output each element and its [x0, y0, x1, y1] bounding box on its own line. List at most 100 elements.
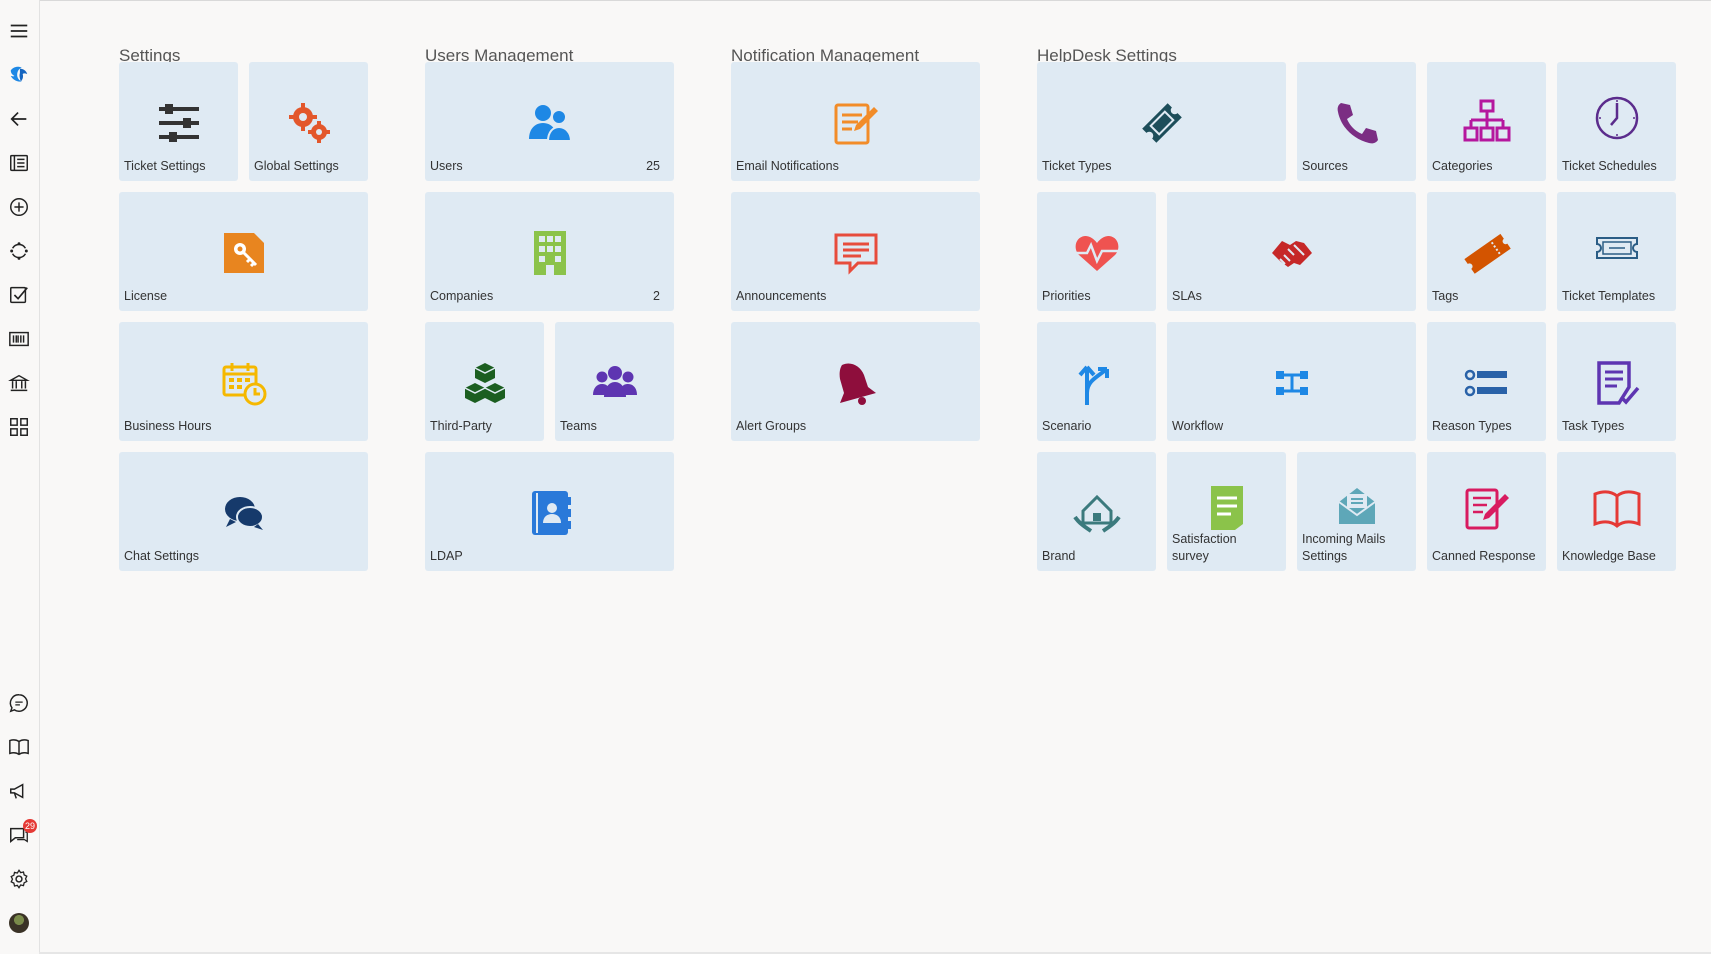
tickets-list-icon[interactable] — [4, 148, 34, 178]
user-avatar[interactable] — [4, 908, 34, 938]
tile-chat-settings[interactable]: Chat Settings — [119, 452, 368, 571]
heartbeat-icon — [1071, 227, 1123, 279]
tile-label: Scenario — [1042, 419, 1092, 433]
tile-label: Third-Party — [430, 419, 492, 433]
note-pencil-icon — [1461, 482, 1513, 534]
users-icon — [524, 97, 576, 149]
settings-gear-icon[interactable] — [4, 864, 34, 894]
tile-label: Sources — [1302, 159, 1348, 173]
tile-knowledge-base[interactable]: Knowledge Base — [1557, 452, 1676, 571]
calendar-clock-icon — [218, 357, 270, 409]
megaphone-icon[interactable] — [4, 776, 34, 806]
left-sidebar: 29 — [0, 0, 40, 954]
open-book-icon — [1591, 482, 1643, 534]
ticket-icon — [1136, 97, 1188, 149]
tile-label: Chat Settings — [124, 549, 200, 563]
tile-label: License — [124, 289, 168, 303]
tile-ticket-templates[interactable]: Ticket Templates — [1557, 192, 1676, 311]
contact-book-icon — [524, 487, 576, 539]
tile-license[interactable]: License — [119, 192, 368, 311]
tile-label: Satisfaction survey — [1172, 532, 1237, 563]
tile-brand[interactable]: Brand — [1037, 452, 1156, 571]
tile-canned-response[interactable]: Canned Response — [1427, 452, 1546, 571]
avatar-image — [9, 913, 29, 933]
add-circle-icon[interactable] — [4, 192, 34, 222]
home-hands-icon — [1071, 487, 1123, 539]
message-lines-icon — [830, 227, 882, 279]
tile-sources[interactable]: Sources — [1297, 62, 1416, 181]
tile-scenario[interactable]: Scenario — [1037, 322, 1156, 441]
survey-form-icon — [1201, 482, 1253, 534]
tile-alert-groups[interactable]: Alert Groups — [731, 322, 980, 441]
tile-label: Priorities — [1042, 289, 1091, 303]
tile-label: Categories — [1432, 159, 1493, 173]
back-arrow-icon[interactable] — [4, 104, 34, 134]
tile-workflow[interactable]: Workflow — [1167, 322, 1416, 441]
edit-document-icon — [830, 97, 882, 149]
chat-bubbles-icon — [218, 487, 270, 539]
tile-label: Teams — [560, 419, 597, 433]
tile-count: 25 — [646, 159, 660, 173]
logo-icon[interactable] — [4, 60, 34, 90]
chat-bubble-icon[interactable] — [4, 688, 34, 718]
messages-icon[interactable]: 29 — [4, 819, 37, 850]
tile-label: Business Hours — [124, 419, 212, 433]
tile-incoming-mails-settings[interactable]: Incoming Mails Settings — [1297, 452, 1416, 571]
tile-label: Alert Groups — [736, 419, 807, 433]
tile-third-party[interactable]: Third-Party — [425, 322, 544, 441]
tile-label: Ticket Templates — [1562, 289, 1656, 303]
tile-ticket-settings[interactable]: Ticket Settings — [119, 62, 238, 181]
tile-users[interactable]: Users 25 — [425, 62, 674, 181]
tile-label: Task Types — [1562, 419, 1625, 433]
sliders-icon — [153, 97, 205, 149]
tile-label: Workflow — [1172, 419, 1224, 433]
tile-ldap[interactable]: LDAP — [425, 452, 674, 571]
tile-label: Ticket Schedules — [1562, 159, 1657, 173]
tile-slas[interactable]: SLAs — [1167, 192, 1416, 311]
tag-ticket-icon — [1461, 227, 1513, 279]
tile-business-hours[interactable]: Business Hours — [119, 322, 368, 441]
barcode-icon[interactable] — [4, 324, 34, 354]
tile-ticket-types[interactable]: Ticket Types — [1037, 62, 1286, 181]
tile-task-types[interactable]: Task Types — [1557, 322, 1676, 441]
tile-label: Announcements — [736, 289, 827, 303]
tile-announcements[interactable]: Announcements — [731, 192, 980, 311]
tile-label: Ticket Settings — [124, 159, 206, 173]
tile-priorities[interactable]: Priorities — [1037, 192, 1156, 311]
list-options-icon — [1461, 357, 1513, 409]
menu-icon[interactable] — [4, 16, 34, 46]
tile-ticket-schedules[interactable]: Ticket Schedules — [1557, 62, 1676, 181]
tile-satisfaction-survey[interactable]: Satisfaction survey — [1167, 452, 1286, 571]
tasks-checkbox-icon[interactable] — [4, 280, 34, 310]
workflow-icon — [1266, 357, 1318, 409]
bell-icon — [830, 357, 882, 409]
tile-label: Ticket Types — [1042, 159, 1112, 173]
tile-label: Companies — [430, 289, 494, 303]
tile-label: Reason Types — [1432, 419, 1512, 433]
sync-icon[interactable] — [4, 236, 34, 266]
tile-label: Users — [430, 159, 463, 173]
book-icon[interactable] — [4, 732, 34, 762]
handshake-icon — [1266, 227, 1318, 279]
tile-reason-types[interactable]: Reason Types — [1427, 322, 1546, 441]
top-border — [0, 0, 1711, 1]
clock-icon — [1591, 92, 1643, 144]
split-arrows-icon — [1071, 357, 1123, 409]
tile-email-notifications[interactable]: Email Notifications — [731, 62, 980, 181]
key-license-icon — [218, 227, 270, 279]
gears-icon — [283, 97, 335, 149]
envelope-hands-icon — [1331, 482, 1383, 534]
ticket-template-icon — [1591, 222, 1643, 274]
tile-label: Brand — [1042, 549, 1076, 563]
tile-global-settings[interactable]: Global Settings — [249, 62, 368, 181]
tile-label: LDAP — [430, 549, 463, 563]
tile-teams[interactable]: Teams — [555, 322, 674, 441]
tile-count: 2 — [653, 289, 660, 303]
apps-grid-icon[interactable] — [4, 412, 34, 442]
hierarchy-icon — [1461, 97, 1513, 149]
tile-categories[interactable]: Categories — [1427, 62, 1546, 181]
tile-tags[interactable]: Tags — [1427, 192, 1546, 311]
tile-companies[interactable]: Companies 2 — [425, 192, 674, 311]
tile-label: Incoming Mails Settings — [1302, 532, 1386, 563]
bank-icon[interactable] — [4, 368, 34, 398]
